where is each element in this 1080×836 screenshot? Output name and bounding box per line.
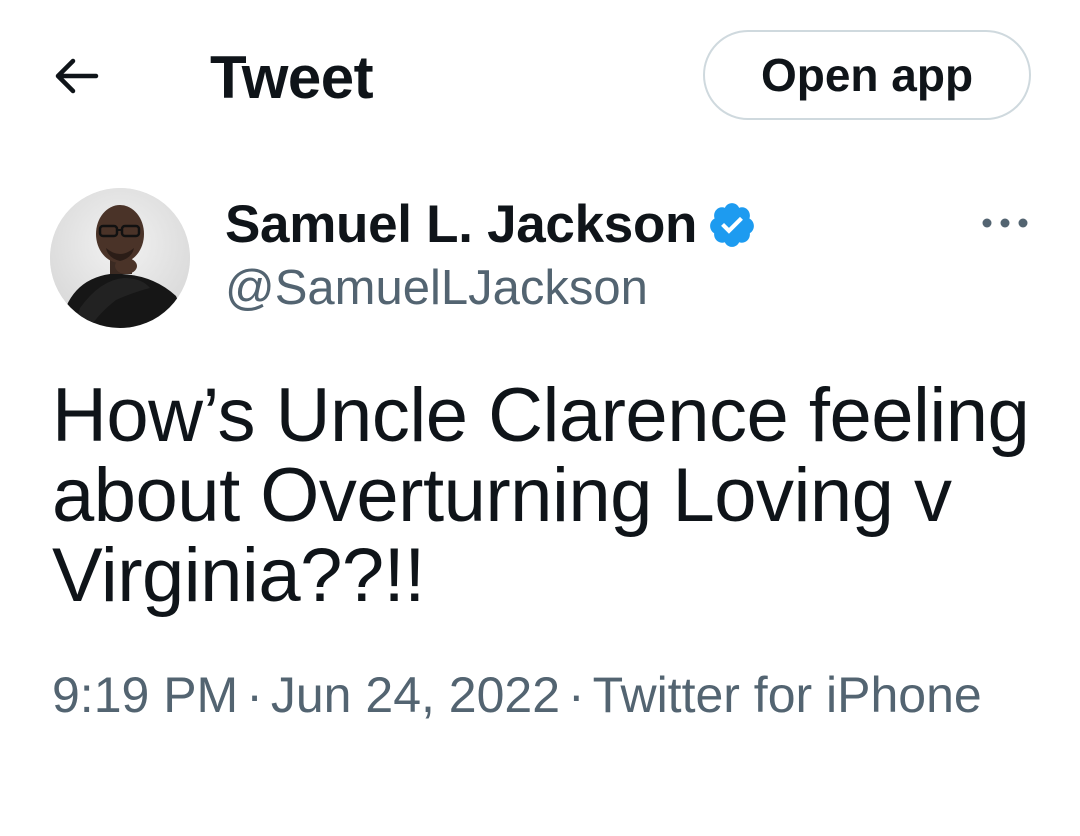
display-name[interactable]: Samuel L. Jackson <box>225 192 697 258</box>
tweet-metadata: 9:19 PM · Jun 24, 2022 · Twitter for iPhone <box>52 664 1012 726</box>
tweet-time[interactable]: 9:19 PM <box>52 667 238 723</box>
avatar-photo <box>50 188 190 328</box>
tweet-source[interactable]: Twitter for iPhone <box>593 667 982 723</box>
tweet-text: How’s Uncle Clarence feeling about Overt… <box>52 373 1030 618</box>
page-title: Tweet <box>210 44 374 111</box>
arrow-left-icon <box>55 58 99 94</box>
top-bar: Tweet Open app <box>0 0 1080 150</box>
avatar[interactable] <box>50 188 190 328</box>
back-button[interactable] <box>48 50 104 102</box>
meta-separator: · <box>246 667 263 723</box>
verified-badge-icon <box>710 203 754 247</box>
tweet-date[interactable]: Jun 24, 2022 <box>271 667 560 723</box>
author-handle[interactable]: @SamuelLJackson <box>225 258 648 318</box>
open-app-button[interactable]: Open app <box>703 30 1031 120</box>
more-options-button[interactable] <box>975 205 1035 241</box>
more-horizontal-icon <box>982 218 1028 228</box>
author-name-row[interactable]: Samuel L. Jackson <box>225 192 757 258</box>
meta-separator: · <box>568 667 585 723</box>
